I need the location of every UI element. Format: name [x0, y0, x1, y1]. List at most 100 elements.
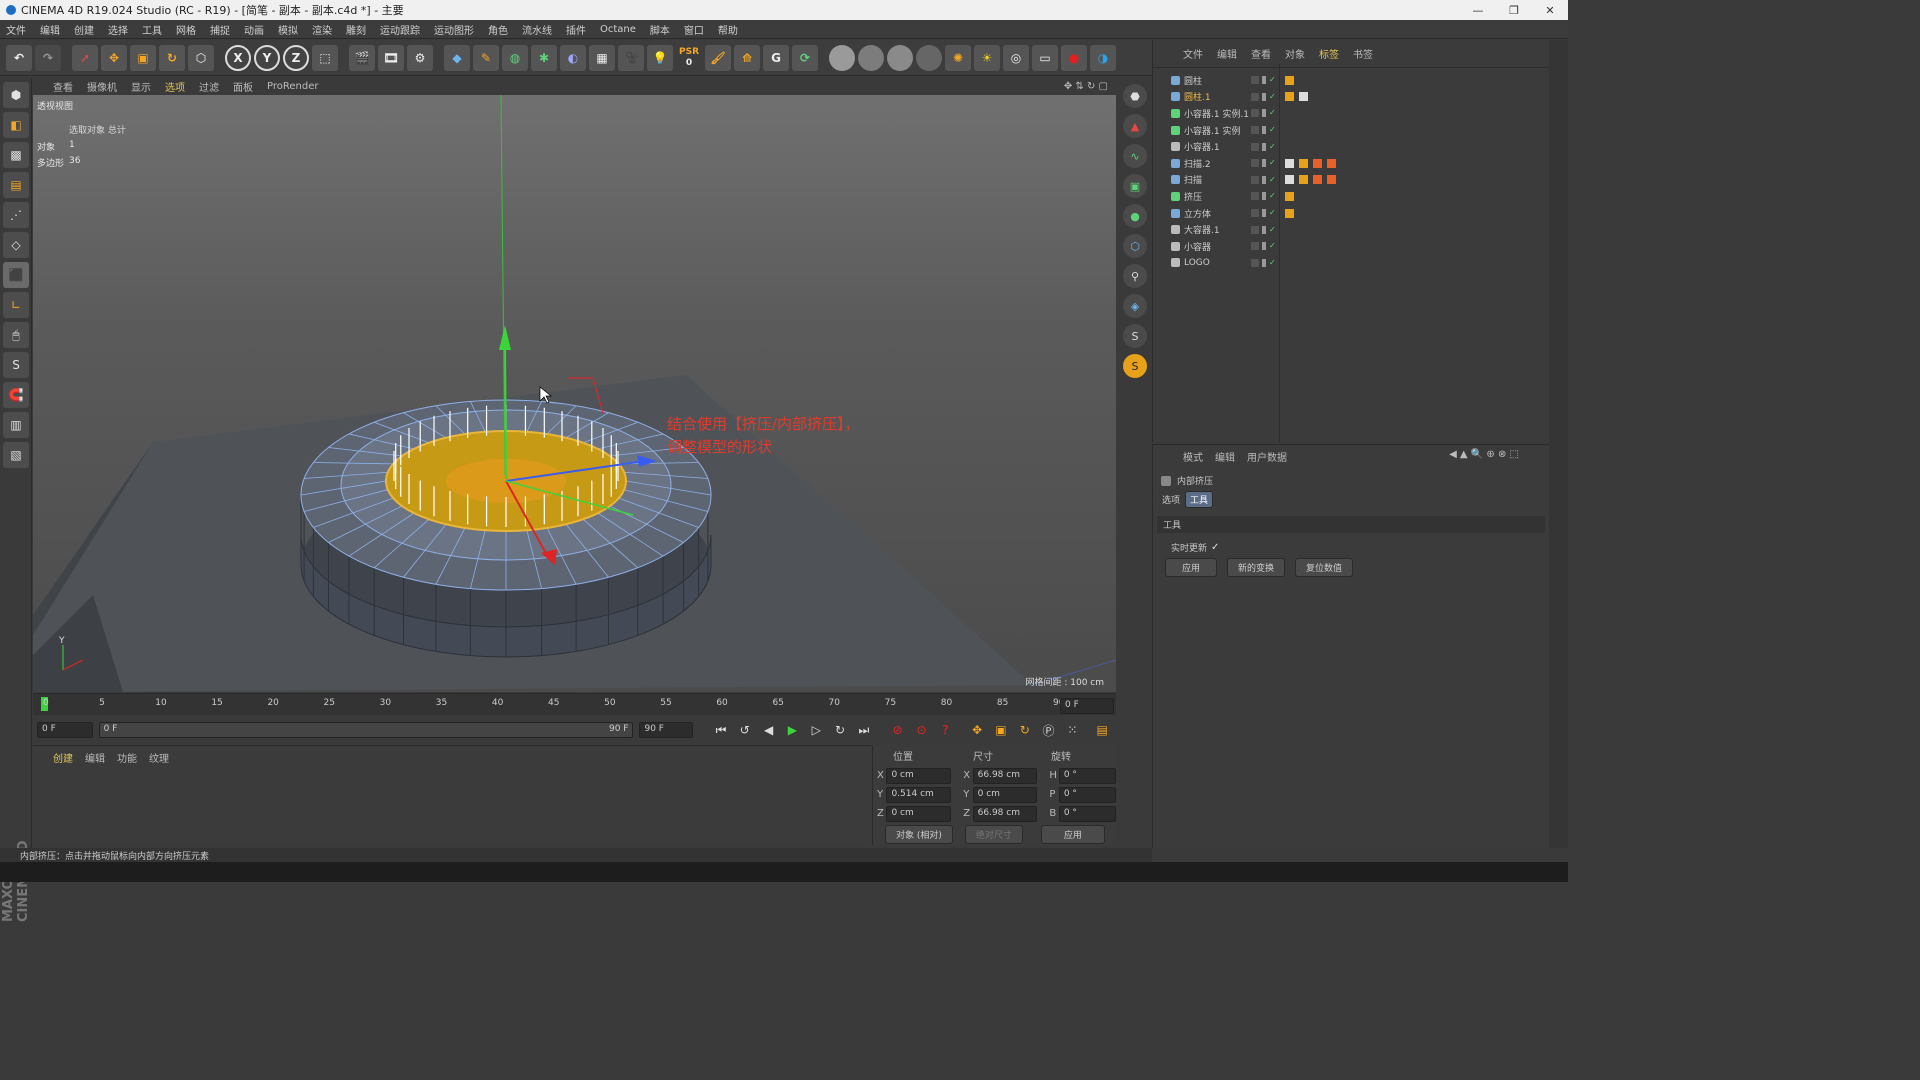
layer-icon[interactable]	[1251, 109, 1259, 118]
menu-edit[interactable]: 编辑	[40, 22, 60, 37]
points-mode-icon[interactable]: ⋰	[3, 202, 29, 228]
realtime-update-checkbox[interactable]: ✓	[1211, 542, 1219, 553]
key-position-icon[interactable]: ✥	[967, 720, 987, 740]
coords-mode-select[interactable]: 对象 (相对)	[885, 825, 953, 844]
object-row[interactable]: 小容器 ✓	[1153, 238, 1549, 255]
axis-x-lock-button[interactable]: X	[225, 44, 251, 71]
sphere-tool-icon[interactable]: ●	[1123, 204, 1147, 228]
object-row[interactable]: 小容器.1 实例 ✓	[1153, 122, 1549, 139]
current-frame-field[interactable]: 0 F	[1060, 698, 1114, 714]
extrude-tool-icon[interactable]: ▣	[1123, 174, 1147, 198]
visibility-dot-icon[interactable]	[1262, 126, 1266, 135]
object-row[interactable]: LOGO ✓	[1153, 255, 1549, 272]
undo-icon[interactable]: ↶	[6, 44, 32, 71]
size-z-field[interactable]: 66.98 cm	[972, 805, 1038, 822]
layer-icon[interactable]	[1251, 76, 1259, 85]
rotation-p-field[interactable]: 0 °	[1058, 786, 1116, 803]
enable-check-icon[interactable]: ✓	[1269, 142, 1277, 151]
object-row[interactable]: 扫描 ✓	[1153, 172, 1549, 189]
end-frame-field[interactable]: 90 F	[639, 722, 694, 738]
attr-reset-values-button[interactable]: 复位数值	[1295, 558, 1354, 577]
key-pla-icon[interactable]: ⁙	[1062, 720, 1082, 740]
workplane-grid-icon[interactable]: ▥	[3, 412, 29, 438]
enable-check-icon[interactable]: ✓	[1269, 209, 1277, 217]
menu-sculpt[interactable]: 雕刻	[346, 22, 366, 37]
brush-icon[interactable]: 🖌	[705, 44, 731, 71]
menu-motion-tracker[interactable]: 运动跟踪	[380, 22, 420, 37]
box-tool-icon[interactable]: ◈	[1123, 294, 1147, 318]
snap-icon[interactable]: 🧲	[3, 382, 29, 408]
recent-tool-icon[interactable]: ⬡	[188, 44, 214, 71]
tag-icon[interactable]	[1285, 191, 1294, 201]
enable-check-icon[interactable]: ✓	[1269, 92, 1277, 101]
menu-character[interactable]: 角色	[488, 22, 508, 37]
attr-menu-edit[interactable]: 编辑	[1215, 449, 1235, 464]
material-tab-texture[interactable]: 纹理	[149, 750, 169, 765]
visibility-dot-icon[interactable]	[1262, 159, 1266, 168]
objmgr-menu-objects[interactable]: 对象	[1285, 46, 1305, 61]
layer-icon[interactable]	[1251, 142, 1259, 151]
tag-icon[interactable]	[1327, 175, 1336, 185]
tag-icon[interactable]	[1313, 175, 1322, 185]
refresh-plugin-icon[interactable]: ⟳	[792, 44, 818, 71]
menu-render[interactable]: 渲染	[312, 22, 332, 37]
move-tool-icon[interactable]: ✥	[101, 44, 127, 71]
attr-menu-mode[interactable]: 模式	[1183, 449, 1203, 464]
floor-icon[interactable]: ▦	[589, 44, 615, 71]
select-tool-icon[interactable]: ➚	[72, 44, 98, 71]
viewport-menu-panel[interactable]: 面板	[233, 79, 253, 94]
objmgr-menu-file[interactable]: 文件	[1183, 46, 1203, 61]
tag-icon[interactable]	[1285, 208, 1294, 218]
visibility-dot-icon[interactable]	[1262, 209, 1266, 218]
object-visibility-flags[interactable]: ✓	[1251, 159, 1280, 168]
axis-z-lock-button[interactable]: Z	[283, 44, 309, 71]
object-visibility-flags[interactable]: ✓	[1251, 92, 1280, 101]
octane-material-icon[interactable]	[858, 44, 884, 71]
visibility-dot-icon[interactable]	[1262, 225, 1266, 234]
play-icon[interactable]: ▶	[783, 720, 803, 740]
objmgr-menu-bookmarks[interactable]: 书签	[1353, 46, 1373, 61]
go-to-start-icon[interactable]: ⏮	[711, 720, 731, 740]
material-tab-function[interactable]: 功能	[117, 750, 137, 765]
viewport-menu-prorender[interactable]: ProRender	[267, 81, 318, 92]
spline-tool-icon[interactable]: ∿	[1123, 144, 1147, 168]
layer-icon[interactable]	[1251, 126, 1259, 135]
object-visibility-flags[interactable]: ✓	[1251, 175, 1280, 184]
coords-size-mode-select[interactable]: 绝对尺寸	[964, 825, 1023, 844]
object-row[interactable]: 扫描.2 ✓	[1153, 155, 1549, 172]
menu-plugins[interactable]: 插件	[566, 22, 586, 37]
position-y-field[interactable]: 0.514 cm	[886, 786, 952, 803]
enable-check-icon[interactable]: ✓	[1269, 159, 1277, 167]
model-mode-icon[interactable]: ◧	[3, 112, 29, 138]
enable-check-icon[interactable]: ✓	[1269, 109, 1277, 117]
polygon-pen-icon[interactable]: ⬡	[1123, 234, 1147, 258]
record-keys-icon[interactable]: ⊘	[888, 720, 908, 740]
menu-simulate[interactable]: 模拟	[278, 22, 298, 37]
axis-y-lock-button[interactable]: Y	[254, 44, 280, 71]
layer-icon[interactable]	[1251, 92, 1259, 101]
tag-icon[interactable]	[1299, 158, 1308, 168]
enable-check-icon[interactable]: ✓	[1269, 258, 1277, 267]
coords-apply-button[interactable]: 应用	[1040, 825, 1105, 844]
start-frame-field[interactable]: 0 F	[37, 722, 93, 738]
light-icon[interactable]: 💡	[647, 44, 673, 71]
octane-record-icon[interactable]: ●	[1061, 44, 1087, 71]
octane-target-icon[interactable]: ◎	[1003, 44, 1029, 71]
goz-icon[interactable]: G	[763, 44, 789, 71]
rotation-b-field[interactable]: 0 °	[1058, 805, 1116, 822]
object-visibility-flags[interactable]: ✓	[1251, 209, 1280, 218]
visibility-dot-icon[interactable]	[1262, 109, 1266, 118]
timeline-ruler[interactable]: 0 5 10 15 20 25 30 35 40 45 50 55 60 65 70 75 80 85 90	[33, 693, 1116, 715]
tag-icon[interactable]	[1299, 92, 1308, 102]
locked-workplane-icon[interactable]: ▧	[3, 442, 29, 468]
menu-file[interactable]: 文件	[6, 22, 26, 37]
object-row[interactable]: 小容器.1 实例.1 ✓	[1153, 105, 1549, 122]
objmgr-menu-edit[interactable]: 编辑	[1217, 46, 1237, 61]
position-z-field[interactable]: 0 cm	[886, 805, 952, 822]
key-rotation-icon[interactable]: ↻	[1015, 720, 1035, 740]
size-x-field[interactable]: 66.98 cm	[972, 767, 1038, 784]
viewport-menu-view[interactable]: 查看	[53, 79, 73, 94]
cube-icon[interactable]: ◆	[444, 44, 470, 71]
bevel-tool-icon[interactable]: ⬣	[1123, 84, 1147, 108]
object-visibility-flags[interactable]: ✓	[1251, 126, 1280, 135]
